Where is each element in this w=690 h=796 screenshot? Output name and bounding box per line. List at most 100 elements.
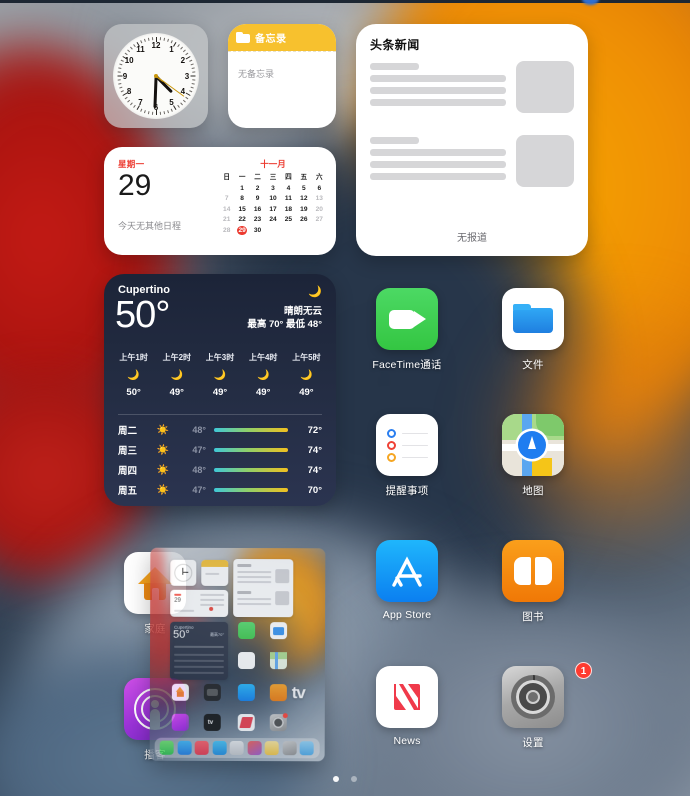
facetime-icon[interactable] xyxy=(376,288,438,350)
clock-tick xyxy=(189,60,192,62)
calendar-day-cell[interactable]: 12 xyxy=(296,194,311,204)
app-reminders[interactable]: 提醒事项 xyxy=(352,414,462,498)
app-news[interactable]: News xyxy=(352,666,462,747)
weather-widget[interactable]: Cupertino 50° 🌙 晴朗无云 最高 70° 最低 48° 上午1时🌙… xyxy=(104,274,336,506)
calendar-day-cell[interactable]: 29 xyxy=(234,226,249,236)
settings-icon[interactable] xyxy=(502,666,564,728)
files-icon[interactable] xyxy=(502,288,564,350)
calendar-day-cell[interactable]: 9 xyxy=(250,194,265,204)
appstore-icon[interactable] xyxy=(376,540,438,602)
calendar-day-cell[interactable]: 23 xyxy=(250,215,265,225)
app-label: 提醒事项 xyxy=(352,483,462,498)
app-appstore[interactable]: App Store xyxy=(352,540,462,621)
calendar-day-cell[interactable]: 18 xyxy=(281,205,296,215)
weather-day-name: 周四 xyxy=(118,463,150,477)
clock-tick xyxy=(189,90,192,92)
calendar-day-cell[interactable]: 17 xyxy=(265,205,280,215)
app-label: FaceTime通话 xyxy=(352,357,462,372)
page-dots[interactable] xyxy=(0,776,690,782)
weather-hour-temp: 49° xyxy=(198,387,241,398)
app-label: 地图 xyxy=(478,483,588,498)
sun-icon: ☀️ xyxy=(150,425,176,436)
calendar-day-cell[interactable]: 25 xyxy=(281,215,296,225)
clock-widget[interactable]: 121234567891011 xyxy=(104,24,208,128)
weather-hour-label: 上午5时 xyxy=(285,352,328,363)
weather-day-low: 48° xyxy=(176,465,206,475)
news-widget[interactable]: 头条新闻 无报道 xyxy=(356,24,588,256)
calendar-dow-header: 五 xyxy=(296,173,311,183)
mini-news-widget xyxy=(233,559,293,617)
clock-numeral: 3 xyxy=(181,72,193,81)
mini-weather-widget: Cupertino 50° 最高70° xyxy=(170,622,228,680)
calendar-day-cell[interactable]: 26 xyxy=(296,215,311,225)
calendar-day-cell[interactable]: 28 xyxy=(219,226,234,236)
calendar-day-cell[interactable]: 16 xyxy=(250,205,265,215)
calendar-day-cell[interactable]: 24 xyxy=(265,215,280,225)
calendar-day-cell[interactable]: 19 xyxy=(296,205,311,215)
page-dot[interactable] xyxy=(333,776,339,782)
news-app-icon[interactable] xyxy=(376,666,438,728)
books-icon[interactable] xyxy=(502,540,564,602)
news-skeleton-lines xyxy=(370,61,506,113)
calendar-day-cell[interactable]: 5 xyxy=(296,184,311,194)
calendar-day-cell[interactable]: 15 xyxy=(234,205,249,215)
calendar-day-cell[interactable]: 4 xyxy=(281,184,296,194)
weather-hour-cell: 上午3时🌙49° xyxy=(198,352,241,398)
clock-tick xyxy=(192,83,195,85)
calendar-day-cell[interactable]: 2 xyxy=(250,184,265,194)
calendar-day-cell[interactable]: 11 xyxy=(281,194,296,204)
mini-notes-widget xyxy=(201,560,228,586)
calendar-day-cell[interactable]: 27 xyxy=(312,215,327,225)
clock-numeral: 8 xyxy=(123,87,135,96)
clock-numeral: 11 xyxy=(135,45,147,54)
page-dot[interactable] xyxy=(351,776,357,782)
app-facetime[interactable]: FaceTime通话 xyxy=(352,288,462,372)
app-settings[interactable]: 1 设置 xyxy=(478,666,588,750)
clock-tick xyxy=(185,97,188,100)
calendar-day-cell[interactable]: 20 xyxy=(312,205,327,215)
clock-numeral: 10 xyxy=(123,56,135,65)
drag-preview[interactable]: 29 Cupertino 50° 最高70° xyxy=(150,548,326,762)
weather-day-low: 47° xyxy=(176,485,206,495)
clock-numeral: 9 xyxy=(119,72,131,81)
clock-tick xyxy=(180,102,183,105)
clock-tick xyxy=(171,40,173,43)
app-maps[interactable]: 地图 xyxy=(478,414,588,498)
mini-clock-widget xyxy=(170,560,196,586)
app-books[interactable]: 图书 xyxy=(478,540,588,624)
notes-header: 备忘录 xyxy=(228,24,336,51)
calendar-day-cell[interactable]: 6 xyxy=(312,184,327,194)
weather-hour-label: 上午1时 xyxy=(112,352,155,363)
app-files[interactable]: 文件 xyxy=(478,288,588,372)
calendar-day-cell[interactable]: 14 xyxy=(219,205,234,215)
maps-icon[interactable] xyxy=(502,414,564,476)
clock-tick xyxy=(119,87,122,89)
clock-tick xyxy=(118,83,121,85)
notes-widget[interactable]: 备忘录 无备忘录 xyxy=(228,24,336,128)
clock-tick xyxy=(130,47,133,50)
mini-dock xyxy=(155,738,320,759)
app-label: 文件 xyxy=(478,357,588,372)
calendar-day-cell[interactable]: 3 xyxy=(265,184,280,194)
calendar-dow-header: 一 xyxy=(234,173,249,183)
weather-temp-range-bar xyxy=(214,468,288,472)
calendar-month-view: 十一月 日一二三四五六 1234567891011121314151617181… xyxy=(219,158,327,235)
clock-tick xyxy=(140,109,142,112)
news-widget-title: 头条新闻 xyxy=(356,24,588,53)
calendar-day-cell[interactable]: 7 xyxy=(219,194,234,204)
calendar-day-cell[interactable]: 30 xyxy=(250,226,265,236)
weather-day-name: 周二 xyxy=(118,423,150,437)
calendar-day-cell[interactable]: 8 xyxy=(234,194,249,204)
weather-temp-range-bar xyxy=(214,448,288,452)
calendar-day-cell[interactable]: 21 xyxy=(219,215,234,225)
calendar-day-cell xyxy=(312,226,327,236)
calendar-day-cell[interactable]: 13 xyxy=(312,194,327,204)
calendar-day-cell[interactable]: 10 xyxy=(265,194,280,204)
reminders-icon[interactable] xyxy=(376,414,438,476)
calendar-widget[interactable]: 星期一 29 今天无其他日程 十一月 日一二三四五六 1234567891011… xyxy=(104,147,336,255)
calendar-day-cell[interactable]: 22 xyxy=(234,215,249,225)
mini-app-icon xyxy=(238,714,255,731)
weather-day-high: 72° xyxy=(296,425,322,436)
calendar-day-cell[interactable]: 1 xyxy=(234,184,249,194)
clock-tick xyxy=(192,67,195,69)
